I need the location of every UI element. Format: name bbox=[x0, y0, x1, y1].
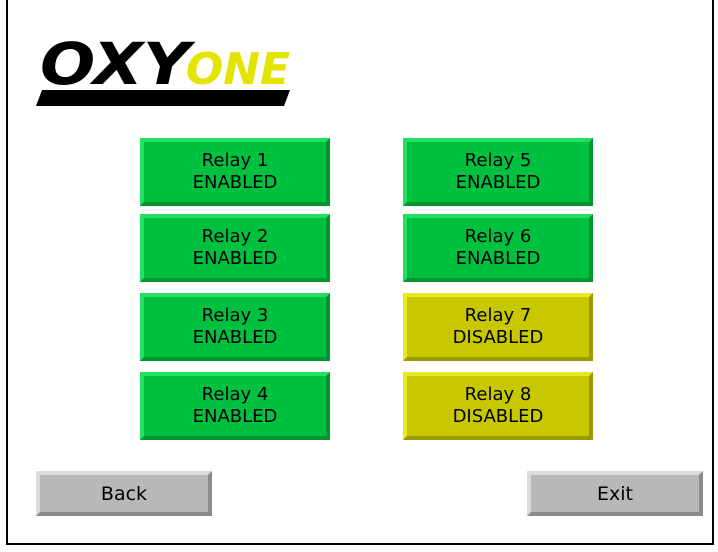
relay-8-name: Relay 8 bbox=[464, 384, 532, 405]
relay-4-status: ENABLED bbox=[192, 406, 278, 427]
relay-3-button[interactable]: Relay 3 ENABLED bbox=[140, 293, 330, 361]
relay-4-button[interactable]: Relay 4 ENABLED bbox=[140, 372, 330, 440]
relay-6-name: Relay 6 bbox=[464, 226, 532, 247]
relay-3-name: Relay 3 bbox=[201, 305, 269, 326]
oxyone-logo: OXY ONE bbox=[36, 30, 290, 106]
relay-3-status: ENABLED bbox=[192, 327, 278, 348]
logo-oxy-text: OXY bbox=[40, 30, 196, 98]
back-button-label: Back bbox=[100, 482, 148, 505]
relay-2-name: Relay 2 bbox=[201, 226, 269, 247]
exit-button[interactable]: Exit bbox=[527, 471, 703, 516]
relay-6-status: ENABLED bbox=[455, 248, 541, 269]
relay-5-status: ENABLED bbox=[455, 172, 541, 193]
relay-1-button[interactable]: Relay 1 ENABLED bbox=[140, 138, 330, 206]
exit-button-label: Exit bbox=[597, 482, 633, 505]
relay-6-button[interactable]: Relay 6 ENABLED bbox=[403, 214, 593, 282]
relay-8-button[interactable]: Relay 8 DISABLED bbox=[403, 372, 593, 440]
logo-one-text: ONE bbox=[186, 44, 290, 95]
relay-1-status: ENABLED bbox=[192, 172, 278, 193]
relay-8-status: DISABLED bbox=[452, 406, 544, 427]
relay-1-name: Relay 1 bbox=[201, 150, 269, 171]
relay-7-button[interactable]: Relay 7 DISABLED bbox=[403, 293, 593, 361]
logo-underline-bar bbox=[36, 90, 290, 106]
relay-2-status: ENABLED bbox=[192, 248, 278, 269]
relay-5-button[interactable]: Relay 5 ENABLED bbox=[403, 138, 593, 206]
relay-7-status: DISABLED bbox=[452, 327, 544, 348]
relay-4-name: Relay 4 bbox=[201, 384, 269, 405]
back-button[interactable]: Back bbox=[36, 471, 212, 516]
relay-5-name: Relay 5 bbox=[464, 150, 532, 171]
relay-2-button[interactable]: Relay 2 ENABLED bbox=[140, 214, 330, 282]
relay-7-name: Relay 7 bbox=[464, 305, 532, 326]
